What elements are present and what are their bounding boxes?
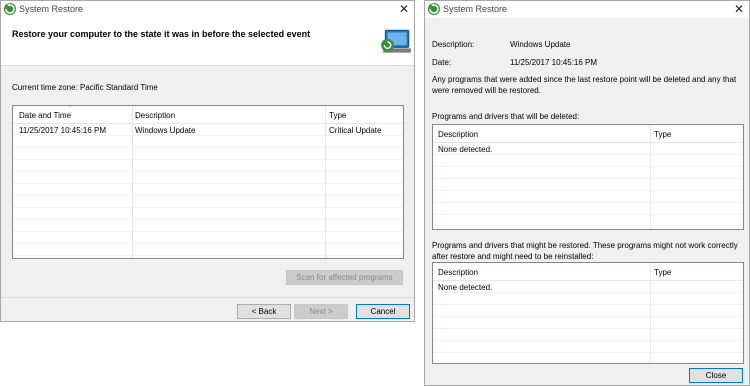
empty-row xyxy=(433,203,743,215)
date-label: Date: xyxy=(432,58,452,67)
empty-row xyxy=(433,317,743,329)
empty-row xyxy=(433,215,743,227)
empty-row xyxy=(13,148,403,160)
restore-point-details-window: System Restore ✕ Description: Windows Up… xyxy=(424,0,750,386)
list-item: None detected. xyxy=(433,143,743,155)
column-header-description[interactable]: Description xyxy=(135,111,175,120)
window-title: System Restore xyxy=(19,4,84,14)
timezone-label: Current time zone: Pacific Standard Time xyxy=(12,83,158,92)
system-restore-icon xyxy=(4,3,16,15)
column-header-type[interactable]: Type xyxy=(654,130,671,139)
table-header: Description Type xyxy=(433,125,743,143)
deleted-programs-label: Programs and drivers that will be delete… xyxy=(432,112,580,121)
empty-row xyxy=(433,155,743,167)
table-row[interactable]: 11/25/2017 10:45:16 PM Windows Update Cr… xyxy=(13,124,403,136)
table-header: Description Type xyxy=(433,263,743,281)
close-icon[interactable]: ✕ xyxy=(399,2,409,16)
column-header-date[interactable]: Date and Time xyxy=(19,111,71,120)
page-heading: Restore your computer to the state it wa… xyxy=(12,29,311,39)
deleted-programs-table[interactable]: Description Type None detected. xyxy=(432,124,744,230)
column-header-type[interactable]: Type xyxy=(329,111,346,120)
empty-row xyxy=(13,196,403,208)
empty-row xyxy=(433,179,743,191)
row-date: 11/25/2017 10:45:16 PM xyxy=(19,126,107,135)
empty-row xyxy=(13,232,403,244)
close-button[interactable]: Close xyxy=(689,368,743,383)
empty-row xyxy=(433,167,743,179)
close-icon[interactable]: ✕ xyxy=(734,2,744,16)
sort-indicator-icon: ˅ xyxy=(68,105,73,110)
column-header-description[interactable]: Description xyxy=(438,268,478,277)
empty-row xyxy=(433,191,743,203)
scan-affected-programs-button[interactable]: Scan for affected programs xyxy=(286,270,403,285)
row-description: Windows Update xyxy=(135,126,196,135)
empty-row xyxy=(13,160,403,172)
empty-row xyxy=(13,208,403,220)
description-value: Windows Update xyxy=(510,40,571,49)
empty-message: None detected. xyxy=(438,283,493,292)
empty-row xyxy=(433,293,743,305)
empty-row xyxy=(13,172,403,184)
title-bar: System Restore ✕ xyxy=(1,1,414,18)
cancel-button[interactable]: Cancel xyxy=(356,304,410,319)
list-item: None detected. xyxy=(433,281,743,293)
title-bar: System Restore ✕ xyxy=(425,1,749,18)
footer-divider xyxy=(1,297,414,298)
back-button[interactable]: < Back xyxy=(237,304,291,319)
window-title: System Restore xyxy=(443,4,508,14)
table-header: Date and Time ˅ Description Type xyxy=(13,106,403,124)
empty-row xyxy=(433,305,743,317)
empty-row xyxy=(13,136,403,148)
restored-programs-table[interactable]: Description Type None detected. xyxy=(432,262,744,364)
system-restore-icon xyxy=(428,3,440,15)
system-restore-wizard-window: System Restore ✕ Restore your computer t… xyxy=(0,0,415,322)
header-banner: Restore your computer to the state it wa… xyxy=(1,18,414,66)
empty-row xyxy=(433,329,743,341)
row-type: Critical Update xyxy=(329,126,382,135)
column-header-type[interactable]: Type xyxy=(654,268,671,277)
empty-message: None detected. xyxy=(438,145,493,154)
description-label: Description: xyxy=(432,40,475,49)
empty-row xyxy=(13,220,403,232)
restore-note: Any programs that were added since the l… xyxy=(432,75,737,95)
column-header-description[interactable]: Description xyxy=(438,130,478,139)
restore-banner-icon xyxy=(381,29,411,53)
empty-row xyxy=(13,244,403,256)
restored-programs-label: Programs and drivers that might be resto… xyxy=(432,241,738,261)
restore-points-table[interactable]: Date and Time ˅ Description Type 11/25/2… xyxy=(12,105,404,259)
empty-row xyxy=(13,184,403,196)
empty-row xyxy=(433,341,743,353)
next-button[interactable]: Next > xyxy=(294,304,348,319)
date-value: 11/25/2017 10:45:16 PM xyxy=(510,58,598,67)
